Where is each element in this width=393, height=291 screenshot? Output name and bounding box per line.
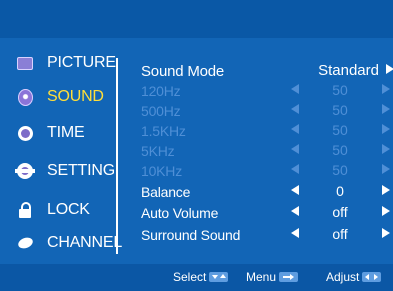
sidebar-item-label: LOCK xyxy=(47,201,90,218)
eq-5khz-row: 5KHz 50 xyxy=(141,142,391,160)
sidebar-divider xyxy=(116,58,118,254)
eq-band-value: 50 xyxy=(332,82,348,98)
auto-volume-row[interactable]: Auto Volume off xyxy=(141,204,391,222)
sound-icon xyxy=(16,88,34,106)
sound-mode-label: Sound Mode xyxy=(141,62,225,80)
right-arrow-icon xyxy=(382,104,390,114)
eq-band-label: 5KHz xyxy=(141,143,175,159)
sidebar-item-label: TIME xyxy=(47,124,85,141)
sidebar-item-setting[interactable]: SETTING xyxy=(15,158,115,184)
eq-band-label: 1.5KHz xyxy=(141,123,186,139)
sidebar-item-time[interactable]: TIME xyxy=(16,120,85,146)
header-band xyxy=(0,0,393,38)
footer-adjust-hint: Adjust xyxy=(326,270,382,284)
footer-select-hint: Select xyxy=(173,270,229,284)
up-down-key-icon xyxy=(209,272,229,282)
eq-10khz-row: 10KHz 50 xyxy=(141,162,391,180)
right-arrow-icon[interactable] xyxy=(386,64,393,74)
tv-osd-screen: PICTURE SOUND TIME SETTING LOCK CHANNEL … xyxy=(0,0,393,291)
right-arrow-icon xyxy=(382,144,390,154)
sidebar-item-channel[interactable]: CHANNEL xyxy=(16,230,122,256)
auto-volume-label: Auto Volume xyxy=(141,205,219,221)
eq-band-value: 50 xyxy=(332,162,348,178)
picture-icon xyxy=(16,54,34,72)
right-arrow-icon xyxy=(382,164,390,174)
eq-500hz-row: 500Hz 50 xyxy=(141,102,391,120)
channel-icon xyxy=(16,234,34,252)
eq-band-label: 120Hz xyxy=(141,83,181,99)
auto-volume-value: off xyxy=(332,204,348,220)
eq-band-label: 500Hz xyxy=(141,103,181,119)
footer-adjust-label: Adjust xyxy=(326,270,360,284)
right-arrow-icon[interactable] xyxy=(382,228,390,238)
footer-menu-hint: Menu xyxy=(246,270,299,284)
eq-120hz-row: 120Hz 50 xyxy=(141,82,391,100)
gear-icon xyxy=(15,162,35,180)
sidebar-item-lock[interactable]: LOCK xyxy=(16,197,90,223)
left-arrow-icon[interactable] xyxy=(291,206,299,216)
sidebar-item-label: CHANNEL xyxy=(47,234,123,251)
eq-band-value: 50 xyxy=(332,102,348,118)
left-arrow-icon xyxy=(291,104,299,114)
sidebar-item-label: SETTING xyxy=(47,162,115,179)
sidebar-item-sound[interactable]: SOUND xyxy=(16,84,104,110)
footer-select-label: Select xyxy=(173,270,207,284)
left-right-key-icon xyxy=(362,272,382,282)
lock-icon xyxy=(16,201,34,219)
enter-key-icon xyxy=(279,272,299,282)
sound-mode-row[interactable]: Sound Mode Standard xyxy=(141,62,393,80)
eq-band-value: 50 xyxy=(332,122,348,138)
right-arrow-icon[interactable] xyxy=(382,206,390,216)
sidebar-item-label: PICTURE xyxy=(47,54,116,71)
balance-row[interactable]: Balance 0 xyxy=(141,183,391,201)
left-arrow-icon xyxy=(291,144,299,154)
surround-sound-value: off xyxy=(332,226,348,242)
eq-1-5khz-row: 1.5KHz 50 xyxy=(141,122,391,140)
eq-band-label: 10KHz xyxy=(141,163,183,179)
footer-menu-label: Menu xyxy=(246,270,277,284)
left-arrow-icon[interactable] xyxy=(291,228,299,238)
left-arrow-icon xyxy=(291,124,299,134)
right-arrow-icon[interactable] xyxy=(382,185,390,195)
right-arrow-icon xyxy=(382,84,390,94)
eq-band-value: 50 xyxy=(332,142,348,158)
balance-value: 0 xyxy=(336,183,344,199)
left-arrow-icon[interactable] xyxy=(291,185,299,195)
surround-sound-row[interactable]: Surround Sound off xyxy=(141,226,391,244)
left-arrow-icon xyxy=(291,84,299,94)
sound-mode-value: Standard xyxy=(318,62,379,79)
clock-icon xyxy=(16,124,34,142)
right-arrow-icon xyxy=(382,124,390,134)
surround-sound-label: Surround Sound xyxy=(141,227,241,243)
balance-label: Balance xyxy=(141,184,191,200)
sidebar-item-label: SOUND xyxy=(47,88,104,105)
left-arrow-icon xyxy=(291,164,299,174)
sidebar-item-picture[interactable]: PICTURE xyxy=(16,50,116,76)
